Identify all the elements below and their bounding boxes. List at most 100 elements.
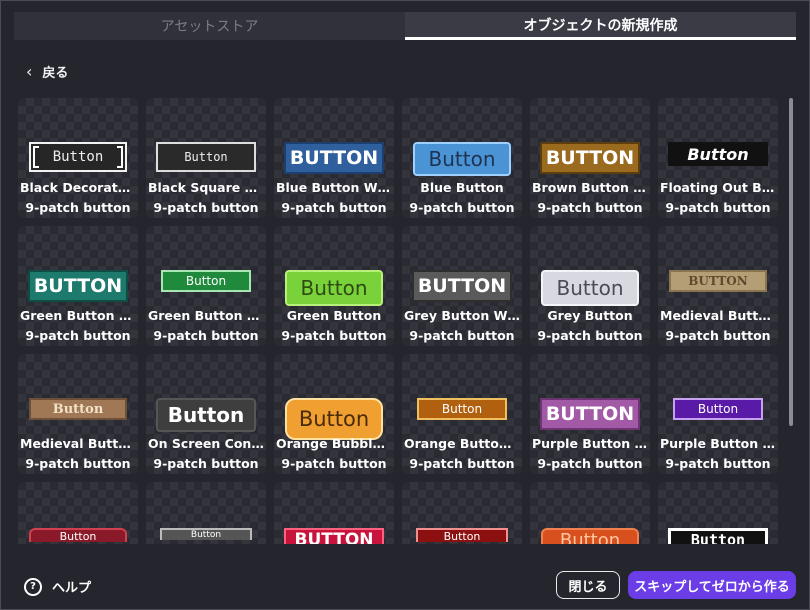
asset-thumbnail: Button	[530, 270, 650, 306]
asset-card[interactable]: Button Grey Button 9-patch button	[530, 226, 650, 346]
asset-card[interactable]: Button Green Button With Wings 9-patch but…	[146, 226, 266, 346]
asset-card[interactable]: BUTTON Blue Button With Shadow 9-patch but…	[274, 98, 394, 218]
asset-name: Black Decorated Button	[20, 180, 136, 195]
button-preview: Button	[156, 398, 256, 432]
asset-card[interactable]: Button Black Square Decorated Button 9-pat…	[146, 98, 266, 218]
asset-card[interactable]: Button Orange Button With Wings 9-patch bu…	[402, 354, 522, 474]
button-preview: Button	[29, 528, 127, 543]
asset-thumbnail: Button	[146, 270, 266, 292]
asset-card[interactable]: Button	[530, 482, 650, 544]
asset-type: 9-patch button	[665, 456, 771, 471]
asset-name: Grey Button	[547, 308, 633, 323]
back-button[interactable]: ‹ 戻る	[26, 62, 68, 81]
button-preview: BUTTON	[540, 398, 640, 430]
asset-name: Purple Button With Shadow	[532, 436, 648, 451]
asset-name: Green Button With Wings	[148, 308, 264, 323]
asset-card[interactable]: Button Blue Button 9-patch button	[402, 98, 522, 218]
asset-type: 9-patch button	[537, 456, 643, 471]
skip-create-from-scratch-button[interactable]: スキップしてゼロから作る	[628, 571, 796, 599]
asset-name: Brown Button With Shadow	[532, 180, 648, 195]
asset-thumbnail: Button	[402, 398, 522, 420]
asset-name: Medieval Button Stone	[660, 308, 776, 323]
button-preview: Button	[29, 398, 127, 420]
asset-type: 9-patch button	[153, 200, 259, 215]
chevron-left-icon: ‹	[26, 62, 33, 81]
asset-card[interactable]: ButtonOrange Bubble Button 9-patch button	[274, 354, 394, 474]
asset-type: 9-patch button	[25, 456, 131, 471]
close-button[interactable]: 閉じる	[556, 571, 620, 599]
button-preview: BUTTON	[412, 270, 512, 302]
asset-thumbnail: Button	[18, 528, 138, 543]
asset-name: Green Button	[286, 308, 382, 323]
asset-card[interactable]: Button Black Decorated Button 9-patch butt…	[18, 98, 138, 218]
button-preview: BUTTON	[28, 270, 128, 302]
asset-type: 9-patch button	[537, 200, 643, 215]
tab-asset-store[interactable]: アセットストア	[14, 12, 405, 40]
button-preview: Button	[285, 270, 383, 306]
asset-thumbnail: BUTTON	[274, 142, 394, 174]
asset-card[interactable]: Button Purple Button With Wings 9-patch bu…	[658, 354, 778, 474]
asset-card[interactable]: Button Green Button 9-patch button	[274, 226, 394, 346]
button-preview: Button	[541, 270, 639, 306]
asset-card[interactable]: Button On Screen Control Button 9-patch bu…	[146, 354, 266, 474]
asset-thumbnail: Button	[146, 142, 266, 172]
help-label: ヘルプ	[52, 581, 92, 596]
asset-card[interactable]: BUTTON Grey Button With Shadow 9-patch but…	[402, 226, 522, 346]
scrollbar-thumb[interactable]	[789, 98, 793, 426]
asset-thumbnail: Button	[530, 528, 650, 544]
tab-new-object[interactable]: オブジェクトの新規作成	[405, 12, 796, 40]
asset-card[interactable]: Button	[18, 482, 138, 544]
asset-name: Black Square Decorated Button	[148, 180, 264, 195]
tab-bar: アセットストア オブジェクトの新規作成	[14, 12, 796, 40]
button-preview: Button	[160, 528, 252, 540]
asset-card[interactable]: Button Medieval Button Wood 9-patch button	[18, 354, 138, 474]
asset-thumbnail: Button	[274, 270, 394, 306]
asset-card[interactable]: Button	[658, 482, 778, 544]
asset-name: Green Button With Shadow	[20, 308, 136, 323]
button-preview: BUTTON	[669, 270, 767, 292]
asset-name: Medieval Button Wood	[20, 436, 136, 451]
asset-card[interactable]: BUTTON Green Button With Shadow 9-patch bu…	[18, 226, 138, 346]
asset-thumbnail: Button	[402, 142, 522, 176]
asset-card[interactable]: Button Floating Out Button 9-patch button	[658, 98, 778, 218]
asset-thumbnail: BUTTON	[18, 270, 138, 302]
asset-thumbnail: Button	[18, 398, 138, 420]
asset-card[interactable]: BUTTON	[274, 482, 394, 544]
button-preview: Button	[668, 142, 768, 166]
button-preview: Button	[156, 142, 256, 172]
asset-thumbnail: Button	[402, 528, 522, 543]
asset-thumbnail: BUTTON	[530, 398, 650, 430]
asset-type: 9-patch button	[665, 200, 771, 215]
asset-type: 9-patch button	[281, 328, 387, 343]
asset-card[interactable]: BUTTON Purple Button With Shadow 9-patch b…	[530, 354, 650, 474]
asset-type: 9-patch button	[409, 328, 515, 343]
asset-thumbnail: Button	[658, 142, 778, 166]
asset-name: Floating Out Button	[660, 180, 776, 195]
asset-name: Orange Bubble Button	[276, 436, 392, 451]
back-label: 戻る	[42, 66, 69, 81]
asset-card[interactable]: BUTTON Medieval Button Stone 9-patch butto…	[658, 226, 778, 346]
asset-thumbnail: Button	[658, 528, 778, 544]
asset-thumbnail: Button	[658, 398, 778, 420]
asset-grid-viewport[interactable]: Button Black Decorated Button 9-patch butt…	[18, 98, 784, 544]
button-preview: Button	[29, 142, 127, 172]
help-link[interactable]: ? ヘルプ	[24, 577, 91, 596]
asset-type: 9-patch button	[281, 456, 387, 471]
asset-card[interactable]: Button	[146, 482, 266, 544]
asset-name: Grey Button With Shadow	[404, 308, 520, 323]
asset-thumbnail: Button	[274, 398, 394, 440]
asset-thumbnail: Button	[146, 528, 266, 540]
asset-name: Blue Button With Shadow	[276, 180, 392, 195]
asset-thumbnail: Button	[18, 142, 138, 172]
button-preview: BUTTON	[284, 142, 384, 174]
asset-card[interactable]: Button	[402, 482, 522, 544]
asset-grid: Button Black Decorated Button 9-patch butt…	[18, 98, 784, 544]
asset-card[interactable]: BUTTON Brown Button With Shadow 9-patch bu…	[530, 98, 650, 218]
help-icon: ?	[24, 577, 42, 596]
asset-type: 9-patch button	[153, 328, 259, 343]
button-preview: Button	[668, 528, 768, 544]
button-preview: Button	[161, 270, 251, 292]
asset-name: Blue Button	[420, 180, 504, 195]
asset-thumbnail: BUTTON	[274, 528, 394, 544]
button-preview: Button	[417, 398, 507, 420]
